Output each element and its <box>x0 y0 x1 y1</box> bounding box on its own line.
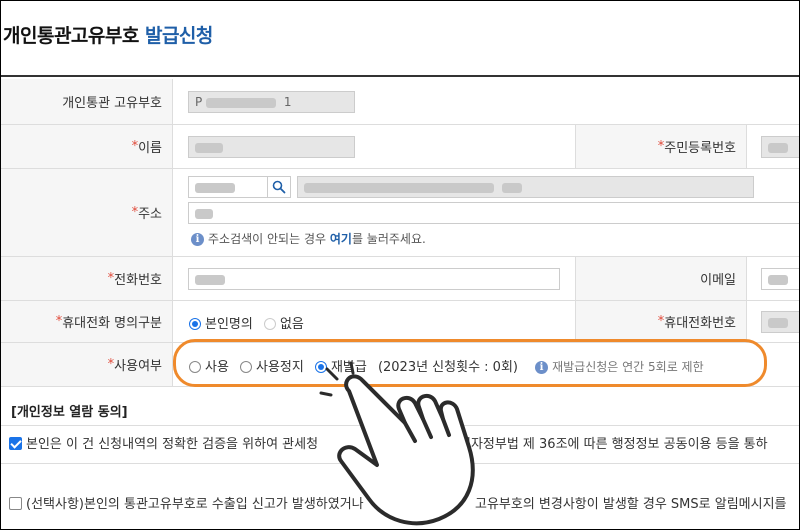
name-label: * 이름 <box>1 125 173 168</box>
masked-value <box>501 182 522 193</box>
mobile-owner-options: 본인명의 없음 <box>189 313 310 332</box>
consent-text-left: (선택사항)본인의 통관고유부호로 수출입 신고가 발생하였거나 <box>26 497 364 512</box>
mobile-owner-row: * 휴대전화 명의구분 본인명의 없음 * 휴대전화번호 <box>1 301 799 343</box>
consent-item-2: (선택사항)본인의 통관고유부호로 수출입 신고가 발생하였거나 <box>9 493 364 512</box>
detail-address-input[interactable] <box>188 202 799 224</box>
address-label-text: 주소 <box>138 207 162 222</box>
address-search-button[interactable] <box>267 176 291 198</box>
phone-label: * 전화번호 <box>1 257 173 300</box>
name-row: * 이름 * 주민등록번호 <box>1 125 799 169</box>
consent-text-right: 전자정부법 제 36조에 따른 행정정보 공동이용 등을 통하 <box>459 437 768 452</box>
mobile-no-label-text: 휴대전화번호 <box>664 316 736 331</box>
masked-value <box>195 142 223 153</box>
masked-value <box>206 97 277 108</box>
customs-code-label-text: 개인통관 고유부호 <box>62 96 162 111</box>
mobile-no-field <box>761 311 799 333</box>
option-label: 본인명의 <box>205 317 253 332</box>
masked-value <box>768 142 788 153</box>
address-note-tail: 를 눌러주세요. <box>351 232 426 246</box>
consent-checkbox-2[interactable] <box>9 497 22 510</box>
masked-value <box>195 274 225 285</box>
info-icon: i <box>191 233 204 246</box>
option-label: 없음 <box>279 317 304 332</box>
masked-value <box>195 182 235 193</box>
search-icon <box>272 180 286 194</box>
usage-label-text: 사용여부 <box>114 359 162 374</box>
resident-no-label-text: 주민등록번호 <box>664 141 736 156</box>
consent-item-1: 본인은 이 건 신청내역의 정확한 검증을 위하여 관세청 <box>9 433 318 452</box>
phone-label-text: 전화번호 <box>114 273 162 288</box>
address-label: * 주소 <box>1 169 173 256</box>
resident-no-label: * 주민등록번호 <box>575 125 747 168</box>
consent-item-2-tail: 고유부호의 변경사항이 발생할 경우 SMS로 알림메시지를 <box>475 493 787 512</box>
email-input[interactable] <box>761 268 799 290</box>
page-title-accent: 발급신청 <box>144 25 213 47</box>
road-address-field <box>297 176 754 198</box>
email-label-text: 이메일 <box>700 273 736 288</box>
mobile-owner-label-text: 휴대전화 명의구분 <box>62 316 162 331</box>
name-field <box>188 136 355 158</box>
mobile-owner-option-self[interactable]: 본인명의 <box>189 313 253 332</box>
consent-checkbox-1[interactable] <box>9 437 22 450</box>
customs-code-suffix: 1 <box>283 95 292 109</box>
name-label-text: 이름 <box>138 141 162 156</box>
customs-code-row: 개인통관 고유부호 P 1 <box>1 79 799 125</box>
usage-label: * 사용여부 <box>1 343 173 386</box>
mobile-no-label: * 휴대전화번호 <box>575 301 747 342</box>
title-divider <box>1 75 799 77</box>
consent-item-1-tail: 전자정부법 제 36조에 따른 행정정보 공동이용 등을 통하 <box>459 433 768 452</box>
masked-value <box>195 208 213 219</box>
page-title-main: 개인통관고유부호 <box>3 25 139 47</box>
app-frame: 개인통관고유부호 발급신청 개인통관 고유부호 P 1 * 이름 * 주민등록번호 … <box>0 0 800 530</box>
email-label: 이메일 <box>575 257 747 300</box>
masked-value <box>768 274 788 285</box>
customs-code-prefix: P <box>195 95 203 109</box>
consent-title: [개인정보 열람 동의] <box>11 405 128 420</box>
postal-code-input[interactable] <box>188 176 268 198</box>
radio-unselected <box>263 317 276 330</box>
phone-input[interactable] <box>188 268 560 290</box>
consent-text-left: 본인은 이 건 신청내역의 정확한 검증을 위하여 관세청 <box>26 437 319 452</box>
mobile-owner-option-none[interactable]: 없음 <box>263 313 304 332</box>
resident-no-field <box>761 136 799 158</box>
page-title: 개인통관고유부호 발급신청 <box>3 21 213 48</box>
customs-code-field: P 1 <box>188 91 355 113</box>
radio-selected <box>189 317 201 330</box>
address-help-link[interactable]: 여기 <box>330 232 352 246</box>
address-note: i 주소검색이 안되는 경우 여기를 눌러주세요. <box>191 230 426 247</box>
consent-text-right: 고유부호의 변경사항이 발생할 경우 SMS로 알림메시지를 <box>475 497 787 512</box>
address-row: * 주소 i 주소검색이 안되는 경우 여기를 눌러주세요. <box>1 169 799 257</box>
customs-code-label: 개인통관 고유부호 <box>1 79 173 124</box>
masked-value <box>768 317 788 328</box>
address-note-text: 주소검색이 안되는 경우 <box>208 232 327 246</box>
pointing-hand-icon <box>319 361 475 526</box>
masked-value <box>304 182 494 193</box>
mobile-owner-label: * 휴대전화 명의구분 <box>1 301 173 342</box>
phone-row: * 전화번호 이메일 <box>1 257 799 301</box>
